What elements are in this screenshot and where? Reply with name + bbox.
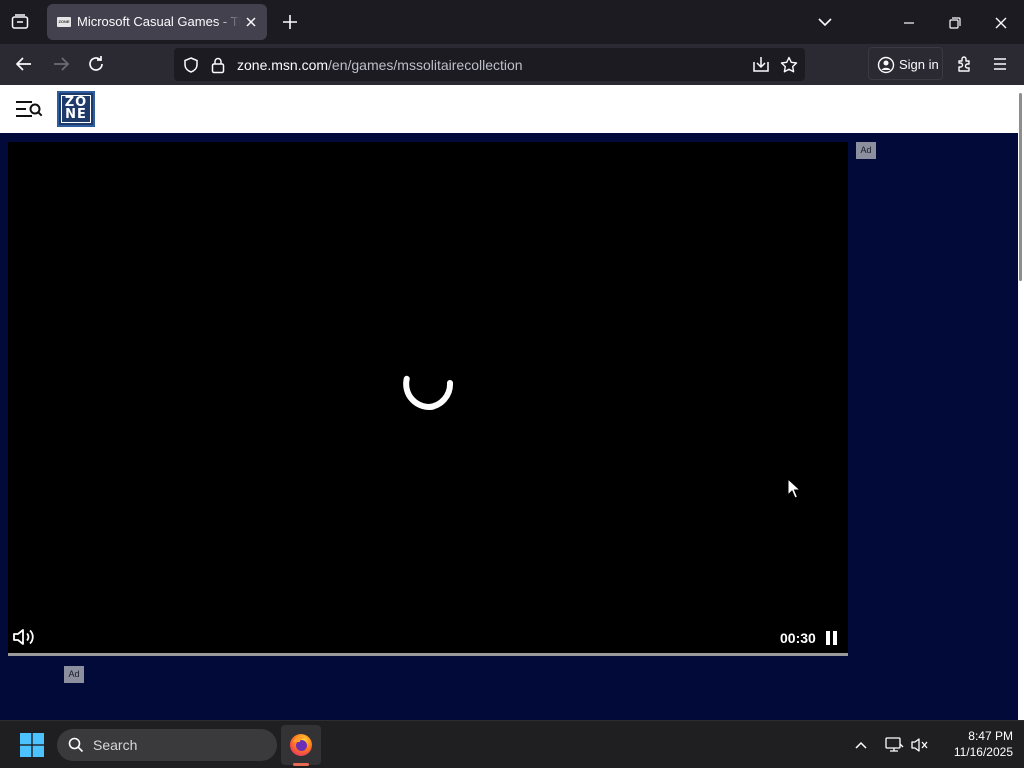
clock-date: 11/16/2025 [953,745,1013,759]
forward-arrow-icon[interactable] [50,53,72,75]
taskbar: Search 8:47 PM 11/16/2025 [0,720,1024,768]
video-progress-fill [8,653,848,656]
chevron-up-icon[interactable] [852,737,870,753]
bookmark-star-icon[interactable] [779,55,799,75]
url-text[interactable]: zone.msn.com/en/games/mssolitairecollect… [237,57,523,73]
logo-text-bottom: NE [65,107,87,122]
browser-tab[interactable]: ZONE Microsoft Casual Games - The Zone [47,4,267,40]
ad-label-bottom: Ad [64,666,84,683]
minimize-icon[interactable] [898,12,920,34]
windows-start-icon[interactable] [20,733,44,757]
search-icon [68,737,84,753]
url-host: zone.msn.com [237,57,329,73]
back-arrow-icon[interactable] [13,53,35,75]
video-progress-bar[interactable] [8,653,848,656]
site-header: ZO NE [0,85,1018,133]
loading-spinner-icon [402,357,456,411]
menu-search-icon[interactable] [14,97,44,121]
sign-in-button[interactable]: Sign in [868,47,943,80]
download-icon[interactable] [751,55,771,75]
browser-tab-strip: ZONE Microsoft Casual Games - The Zone [0,0,1024,44]
extensions-icon[interactable] [954,53,976,75]
navigation-toolbar: zone.msn.com/en/games/mssolitairecollect… [0,44,1024,85]
pause-icon[interactable] [825,631,838,645]
window-close-icon[interactable] [990,12,1012,34]
ad-label: Ad [856,142,876,159]
url-path: /en/games/mssolitairecollection [328,57,523,73]
restore-icon[interactable] [944,12,966,34]
address-bar[interactable]: zone.msn.com/en/games/mssolitairecollect… [174,48,805,81]
account-icon [877,56,895,74]
mouse-cursor-icon [787,478,801,500]
page-scrollbar[interactable] [1018,85,1024,721]
scrollbar-thumb[interactable] [1019,93,1022,281]
tab-title: Microsoft Casual Games - The Zone [77,14,241,29]
favicon-label: ZONE [58,19,70,24]
network-icon[interactable] [884,736,904,754]
firefox-taskbar-button[interactable] [281,725,321,765]
active-app-indicator [293,763,309,766]
volume-muted-icon[interactable] [910,736,930,754]
new-tab-icon[interactable] [279,11,301,33]
search-placeholder: Search [93,737,138,753]
volume-icon[interactable] [12,626,36,648]
video-timer: 00:30 [780,630,816,646]
firefox-icon [289,733,313,757]
taskbar-clock[interactable]: 8:47 PM 11/16/2025 [935,728,1013,760]
app-menu-icon[interactable] [989,53,1011,75]
lock-icon[interactable] [210,56,226,74]
taskbar-search-box[interactable]: Search [57,729,277,761]
close-tab-icon[interactable] [243,14,259,30]
reload-icon[interactable] [85,53,107,75]
shield-icon[interactable] [182,56,200,74]
zone-favicon-icon: ZONE [57,17,71,27]
clock-time: 8:47 PM [968,729,1013,743]
zone-logo[interactable]: ZO NE [57,91,95,127]
sign-in-label: Sign in [899,57,939,72]
chevron-down-icon[interactable] [815,12,835,32]
firefox-view-icon[interactable] [8,10,32,34]
